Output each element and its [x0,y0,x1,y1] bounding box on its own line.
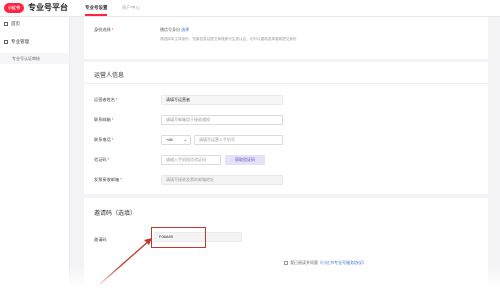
bottom-fade [0,265,500,300]
arrow-annotation [99,238,152,285]
